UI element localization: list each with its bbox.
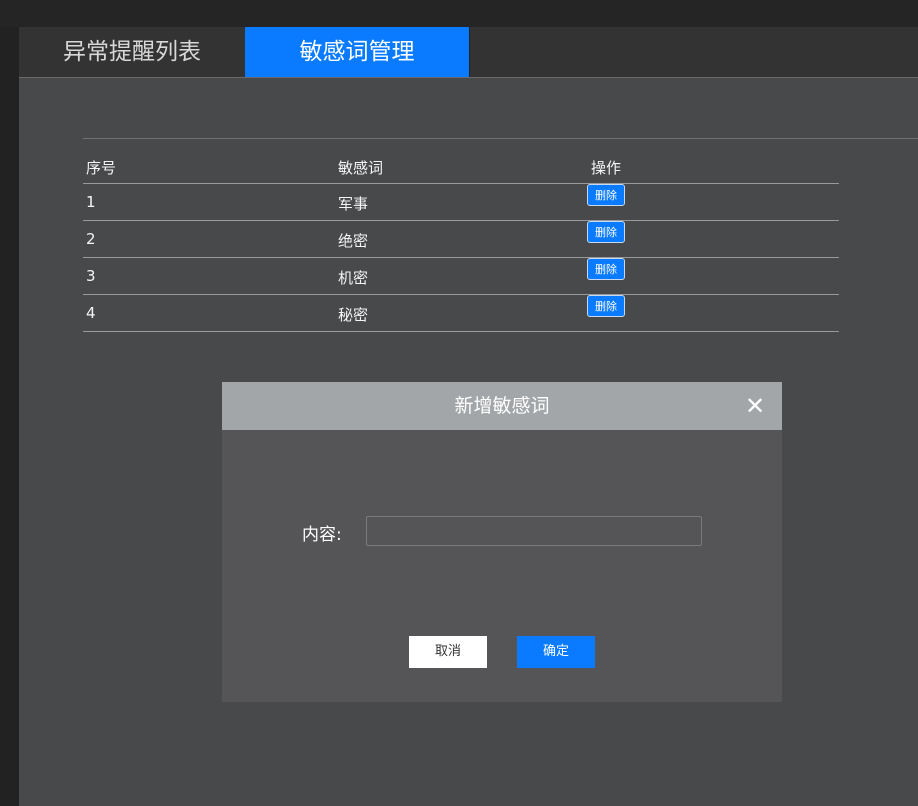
dialog-header: 新增敏感词 ✕ [222,382,782,430]
row-index: 1 [86,193,96,211]
table-row: 3 机密 删除 [83,258,839,295]
tab-alert-list[interactable]: 异常提醒列表 [19,27,245,77]
row-index: 4 [86,304,96,322]
table-row: 1 军事 删除 [83,184,839,221]
main-panel: 异常提醒列表 敏感词管理 序号 敏感词 操作 1 军事 删除 2 绝密 删除 3… [19,27,918,806]
header-word: 敏感词 [338,159,384,177]
content-input[interactable] [366,516,702,546]
delete-button[interactable]: 删除 [587,295,625,317]
delete-button[interactable]: 删除 [587,221,625,243]
table-header: 序号 敏感词 操作 [83,154,839,184]
cancel-button[interactable]: 取消 [409,636,487,668]
tab-bar: 异常提醒列表 敏感词管理 [19,27,918,78]
table-row: 4 秘密 删除 [83,295,839,332]
section-divider [83,138,918,139]
row-index: 2 [86,230,96,248]
row-word: 军事 [338,195,369,213]
delete-button[interactable]: 删除 [587,184,625,206]
left-gutter [0,27,19,806]
tab-sensitive-words[interactable]: 敏感词管理 [245,27,469,77]
delete-button[interactable]: 删除 [587,258,625,280]
sensitive-word-table: 序号 敏感词 操作 1 军事 删除 2 绝密 删除 3 机密 删除 4 秘密 删… [83,154,839,332]
header-index: 序号 [86,159,117,177]
row-word: 绝密 [338,232,369,250]
tab-divider [469,27,470,77]
row-word: 机密 [338,269,369,287]
table-row: 2 绝密 删除 [83,221,839,258]
dialog-title: 新增敏感词 [454,395,550,417]
window-top-bar [0,0,918,27]
add-word-dialog: 新增敏感词 ✕ 内容: 取消 确定 [222,382,782,702]
row-index: 3 [86,267,96,285]
header-action: 操作 [591,159,622,177]
close-icon[interactable]: ✕ [743,394,767,418]
content-label: 内容: [302,525,342,545]
row-word: 秘密 [338,306,369,324]
confirm-button[interactable]: 确定 [517,636,595,668]
